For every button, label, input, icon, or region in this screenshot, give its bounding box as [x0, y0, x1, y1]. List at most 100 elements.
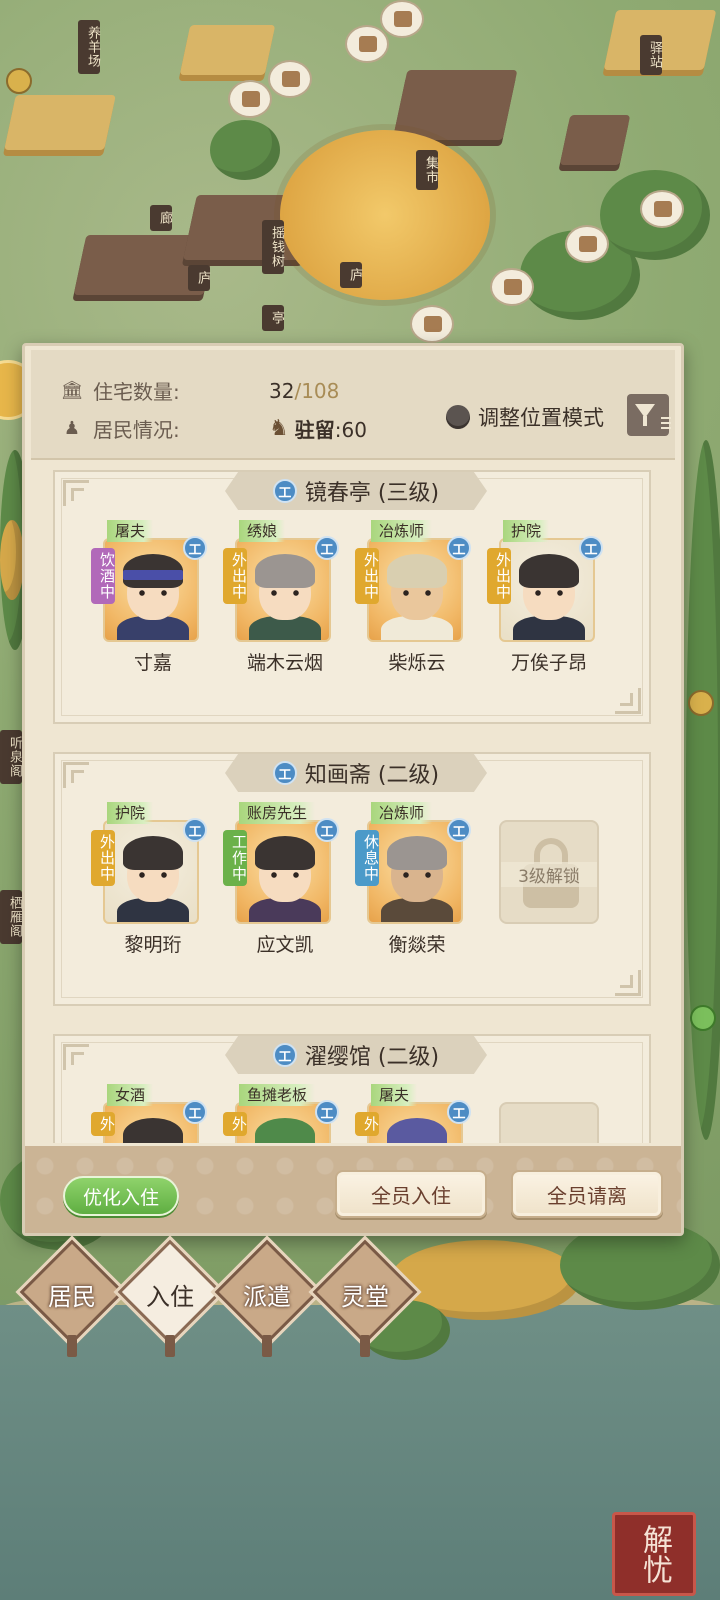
toggle-dot: [446, 405, 470, 429]
residents-label: 居民情况:: [93, 418, 180, 442]
resident-name: 万俟子昂: [510, 652, 587, 674]
resident-status-badge: 外出中: [91, 830, 116, 886]
house-name: 濯缨馆 (二级): [304, 1045, 440, 1070]
resident-name: 寸嘉: [133, 652, 172, 674]
jieyou-seal-button[interactable]: 解忧: [612, 1512, 696, 1596]
tab-label: 居民: [48, 1283, 96, 1311]
house-title: 工 濯缨馆 (二级): [225, 1036, 487, 1074]
adjust-position-toggle[interactable]: 调整位置模式: [446, 402, 604, 432]
resource-bubble[interactable]: [490, 268, 534, 306]
all-leave-button[interactable]: 全员请离: [511, 1170, 663, 1218]
map-sign[interactable]: 听泉阁: [0, 730, 22, 784]
corner-ornament: [615, 970, 641, 996]
housing-count-row: 🏛︎ 住宅数量: 32/108: [60, 376, 340, 405]
work-badge-icon: 工: [183, 818, 207, 842]
lock-icon: 3级解锁: [499, 820, 599, 924]
resident-status-badge: 外出中: [223, 548, 248, 604]
map-sign[interactable]: 栖雁阁: [0, 890, 22, 944]
tab-checkin[interactable]: 入住: [117, 1239, 223, 1359]
map-tree: [686, 440, 720, 1140]
panel-header: 🏛︎ 住宅数量: 32/108 ♟︎ 居民情况: ♞︎ 驻留:60 调整位置模式: [31, 350, 675, 460]
work-badge-icon: 工: [315, 818, 339, 842]
map-sign[interactable]: 庐: [188, 265, 210, 291]
house-name: 镜春亭 (三级): [304, 481, 440, 506]
house-card: 工 知画斋 (二级) 护院 外出中 工 黎明珩 账房先生 工作中 工 应文凯 冶…: [53, 752, 651, 1006]
resident-slot[interactable]: 女酒 外 工: [91, 1084, 207, 1143]
housing-panel: 🏛︎ 住宅数量: 32/108 ♟︎ 居民情况: ♞︎ 驻留:60 调整位置模式…: [22, 343, 684, 1236]
map-sign[interactable]: 驿站: [640, 35, 662, 75]
resource-bubble[interactable]: [565, 225, 609, 263]
stay-label: 驻留: [294, 418, 335, 442]
map-marker-icon[interactable]: [6, 68, 32, 94]
panel-footer: 优化入住 全员入住 全员请离: [25, 1146, 681, 1233]
tab-memorial[interactable]: 灵堂: [312, 1239, 418, 1359]
map-building[interactable]: [179, 25, 276, 75]
resident-name: 柴烁云: [388, 652, 446, 674]
map-building[interactable]: [4, 95, 116, 150]
horse-icon: ♞︎: [269, 416, 289, 441]
resident-slot[interactable]: 鱼摊老板 外 工: [223, 1084, 339, 1143]
tab-dispatch[interactable]: 派遣: [214, 1239, 320, 1359]
resident-status-badge: 外出中: [355, 548, 380, 604]
resident-name: 应文凯: [256, 934, 314, 956]
resident-status-badge: 外: [355, 1112, 380, 1136]
tab-residents[interactable]: 居民: [19, 1239, 125, 1359]
house-list[interactable]: 工 镜春亭 (三级) 屠夫 饮酒中 工 寸嘉 绣娘 外出中 工 端木云烟 冶炼师…: [39, 468, 669, 1143]
resident-role: 绣娘: [239, 520, 286, 542]
resource-bubble[interactable]: [345, 25, 389, 63]
housing-max: /108: [294, 378, 340, 403]
all-checkin-button[interactable]: 全员入住: [335, 1170, 487, 1218]
resource-bubble[interactable]: [410, 305, 454, 343]
stay-value: :60: [334, 418, 367, 442]
resident-slot[interactable]: 屠夫 饮酒中 工 寸嘉: [91, 520, 207, 680]
resource-bubble[interactable]: [380, 0, 424, 38]
money-tree[interactable]: [280, 130, 490, 300]
resident-slot[interactable]: 护院 外出中 工 万俟子昂: [487, 520, 603, 680]
resident-status-badge: 饮酒中: [91, 548, 116, 604]
map-building[interactable]: [392, 70, 518, 140]
locked-slot[interactable]: [491, 1084, 599, 1143]
house-card: 工 镜春亭 (三级) 屠夫 饮酒中 工 寸嘉 绣娘 外出中 工 端木云烟 冶炼师…: [53, 470, 651, 724]
optimize-checkin-button[interactable]: 优化入住: [63, 1176, 179, 1216]
resident-role: 鱼摊老板: [239, 1084, 316, 1106]
locked-slot[interactable]: 3级解锁: [491, 802, 599, 962]
map-sign[interactable]: 亭: [262, 305, 284, 331]
work-badge-icon: 工: [447, 536, 471, 560]
map-sign[interactable]: 养羊场: [78, 20, 100, 74]
map-sign[interactable]: 集市: [416, 150, 438, 190]
house-card: 工 濯缨馆 (二级) 女酒 外 工 鱼摊老板 外 工 屠夫 外 工: [53, 1034, 651, 1143]
map-sign[interactable]: 庐: [340, 262, 362, 288]
resident-status-badge: 外: [91, 1112, 116, 1136]
coin-icon[interactable]: [688, 690, 714, 716]
resident-role: 护院: [107, 802, 154, 824]
map-building[interactable]: [559, 115, 631, 165]
map-tree: [0, 520, 24, 600]
map-sign[interactable]: 廊: [150, 205, 172, 231]
resource-bubble[interactable]: [640, 190, 684, 228]
work-badge-icon: 工: [183, 1100, 207, 1124]
corner-ornament: [63, 1044, 89, 1070]
resident-status-badge: 工作中: [223, 830, 248, 886]
resource-bubble[interactable]: [228, 80, 272, 118]
resident-slot[interactable]: 护院 外出中 工 黎明珩: [91, 802, 207, 962]
house-title: 工 知画斋 (二级): [225, 754, 487, 792]
work-badge-icon: 工: [272, 1043, 297, 1067]
resident-status-badge: 休息中: [355, 830, 380, 886]
unlock-requirement: 3级解锁: [501, 862, 597, 887]
leaf-icon[interactable]: [690, 1005, 716, 1031]
resident-role: 护院: [503, 520, 550, 542]
corner-ornament: [63, 762, 89, 788]
resident-slot[interactable]: 绣娘 外出中 工 端木云烟: [223, 520, 339, 680]
resource-bubble[interactable]: [268, 60, 312, 98]
resident-slot[interactable]: 账房先生 工作中 工 应文凯: [223, 802, 339, 962]
tab-label: 入住: [146, 1283, 194, 1311]
filter-button[interactable]: [627, 394, 671, 436]
resident-slot[interactable]: 冶炼师 休息中 工 衡燚荣: [355, 802, 471, 962]
house-name: 知画斋 (二级): [304, 763, 440, 788]
map-sign[interactable]: 摇钱树: [262, 220, 284, 274]
corner-ornament: [615, 688, 641, 714]
housing-count-value: 32/108: [269, 379, 339, 403]
resident-slot[interactable]: 冶炼师 外出中 工 柴烁云: [355, 520, 471, 680]
resident-slot[interactable]: 屠夫 外 工: [355, 1084, 471, 1143]
building-icon: 🏛︎: [60, 380, 84, 401]
